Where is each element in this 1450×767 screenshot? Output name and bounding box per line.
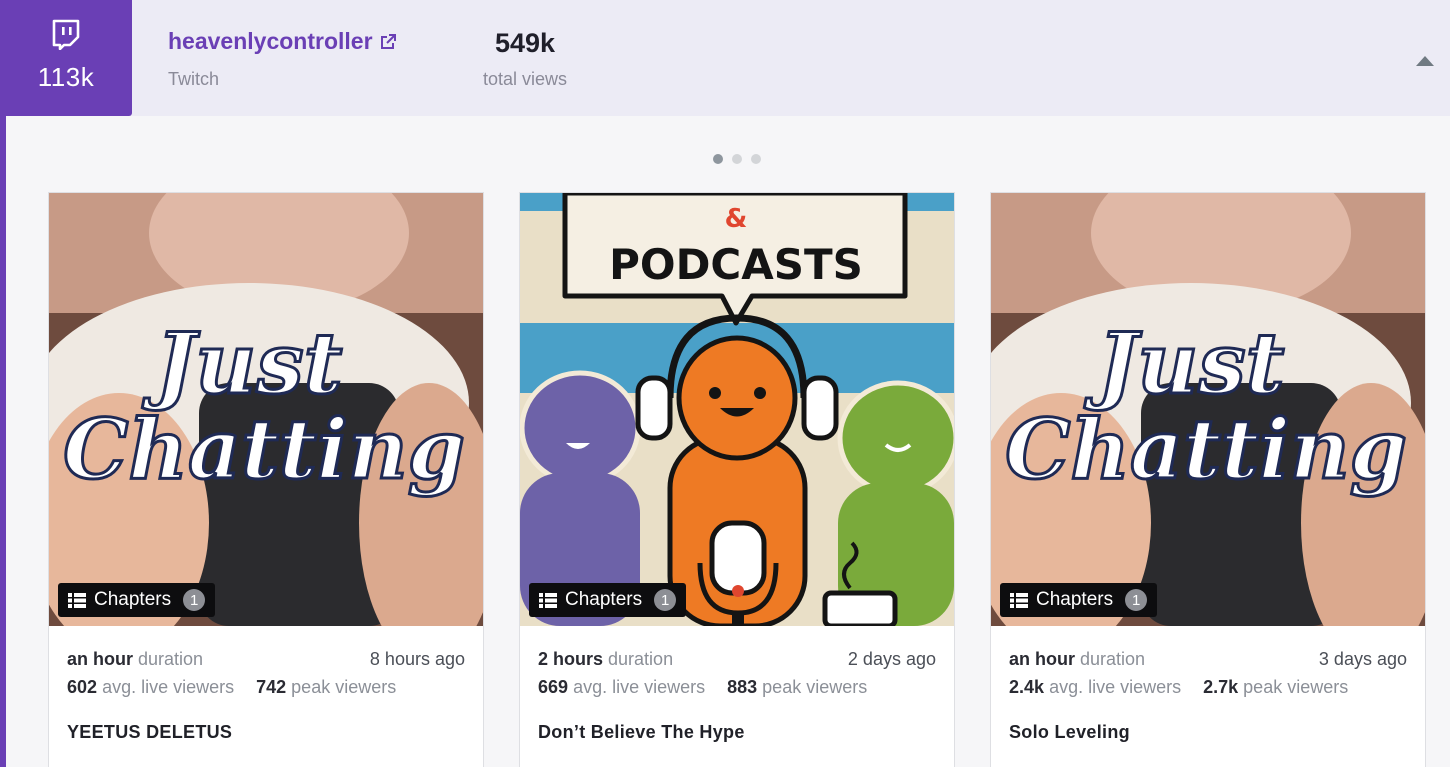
channel-info: heavenlycontroller Twitch — [168, 28, 397, 90]
stream-title: Don’t Believe The Hype — [538, 722, 745, 742]
thumb-text: Just — [142, 314, 343, 413]
thumb-text: & — [725, 204, 748, 234]
channel-panel: 113k heavenlycontroller Twitch 549k tota… — [0, 0, 1450, 767]
stream-meta: an hour duration 8 hours ago 602 avg. li… — [49, 626, 483, 743]
carousel-dot-3[interactable] — [751, 154, 761, 164]
external-link-icon — [380, 33, 396, 49]
peak-viewers-value: 742 — [256, 677, 287, 697]
followers-count: 113k — [37, 61, 95, 92]
channel-link[interactable]: heavenlycontroller — [168, 28, 397, 55]
duration-row: an hour duration 3 days ago — [1009, 648, 1407, 671]
time-ago: 8 hours ago — [369, 649, 465, 669]
viewers-row: 602 avg. live viewers 742 peak viewers — [67, 676, 465, 699]
thumb-text: Chatting — [1005, 402, 1407, 498]
stream-thumbnail[interactable]: & PODCASTS Chapters 1 — [520, 193, 954, 626]
duration-label: duration — [608, 649, 674, 669]
total-views-label: total views — [482, 69, 568, 89]
duration-label: duration — [1080, 649, 1146, 669]
avg-viewers-value: 669 — [538, 677, 569, 697]
avg-viewers-value: 602 — [67, 677, 98, 697]
total-views-value: 549k — [494, 28, 556, 58]
twitch-icon — [52, 19, 80, 50]
carousel-dot-2[interactable] — [732, 154, 742, 164]
chapters-badge[interactable]: Chapters 1 — [58, 583, 216, 617]
talk-shows-podcasts-thumbnail: & PODCASTS — [520, 193, 954, 626]
thumb-text: Just — [1084, 314, 1285, 413]
list-icon — [1010, 592, 1028, 608]
collapse-caret-icon[interactable] — [1416, 56, 1434, 66]
duration-row: 2 hours duration 2 days ago — [538, 648, 936, 671]
thumb-text: Chatting — [63, 402, 465, 498]
avg-viewers-label: avg. live viewers — [573, 677, 706, 697]
chapters-count: 1 — [183, 589, 206, 611]
viewers-row: 2.4k avg. live viewers 2.7k peak viewers — [1009, 676, 1407, 699]
avg-viewers-label: avg. live viewers — [102, 677, 235, 697]
peak-viewers-label: peak viewers — [762, 677, 868, 697]
avg-viewers-label: avg. live viewers — [1049, 677, 1182, 697]
channel-name: heavenlycontroller — [168, 28, 373, 54]
platform-badge: 113k — [0, 0, 132, 116]
peak-viewers-label: peak viewers — [1243, 677, 1349, 697]
chapters-label: Chapters — [94, 589, 172, 610]
just-chatting-thumbnail: Just Chatting — [49, 193, 483, 626]
list-icon — [68, 592, 86, 608]
chapters-count: 1 — [1125, 589, 1148, 611]
duration-label: duration — [138, 649, 204, 669]
total-views: 549k total views — [480, 28, 570, 90]
platform-label: Twitch — [168, 69, 220, 89]
chapters-count: 1 — [654, 589, 677, 611]
accent-bar — [0, 0, 6, 767]
duration-value: an hour — [1009, 649, 1075, 669]
carousel-dots — [713, 154, 761, 164]
duration-value: 2 hours — [538, 649, 604, 669]
peak-viewers-value: 883 — [727, 677, 758, 697]
stream-card[interactable]: & PODCASTS Chapters 1 2 hours duration 2… — [519, 192, 955, 767]
avg-viewers-value: 2.4k — [1009, 677, 1045, 697]
stream-title: YEETUS DELETUS — [67, 722, 233, 742]
stream-meta: an hour duration 3 days ago 2.4k avg. li… — [991, 626, 1425, 743]
carousel-dot-1[interactable] — [713, 154, 723, 164]
just-chatting-thumbnail: Just Chatting — [991, 193, 1425, 626]
chapters-badge[interactable]: Chapters 1 — [1000, 583, 1158, 617]
peak-viewers-value: 2.7k — [1203, 677, 1239, 697]
time-ago: 2 days ago — [847, 649, 936, 669]
stream-card[interactable]: Just Chatting Chapters 1 an hour duratio… — [48, 192, 484, 767]
stream-thumbnail[interactable]: Just Chatting Chapters 1 — [49, 193, 483, 626]
chapters-badge[interactable]: Chapters 1 — [529, 583, 687, 617]
stream-title: Solo Leveling — [1009, 722, 1130, 742]
stream-card[interactable]: Just Chatting Chapters 1 an hour duratio… — [990, 192, 1426, 767]
chapters-label: Chapters — [565, 589, 643, 610]
duration-row: an hour duration 8 hours ago — [67, 648, 465, 671]
channel-header[interactable]: 113k heavenlycontroller Twitch 549k tota… — [0, 0, 1450, 116]
stream-meta: 2 hours duration 2 days ago 669 avg. liv… — [520, 626, 954, 743]
time-ago: 3 days ago — [1318, 649, 1407, 669]
peak-viewers-label: peak viewers — [291, 677, 397, 697]
thumb-text: PODCASTS — [609, 240, 863, 289]
list-icon — [539, 592, 557, 608]
duration-value: an hour — [67, 649, 133, 669]
chapters-label: Chapters — [1036, 589, 1114, 610]
viewers-row: 669 avg. live viewers 883 peak viewers — [538, 676, 936, 699]
stream-thumbnail[interactable]: Just Chatting Chapters 1 — [991, 193, 1425, 626]
